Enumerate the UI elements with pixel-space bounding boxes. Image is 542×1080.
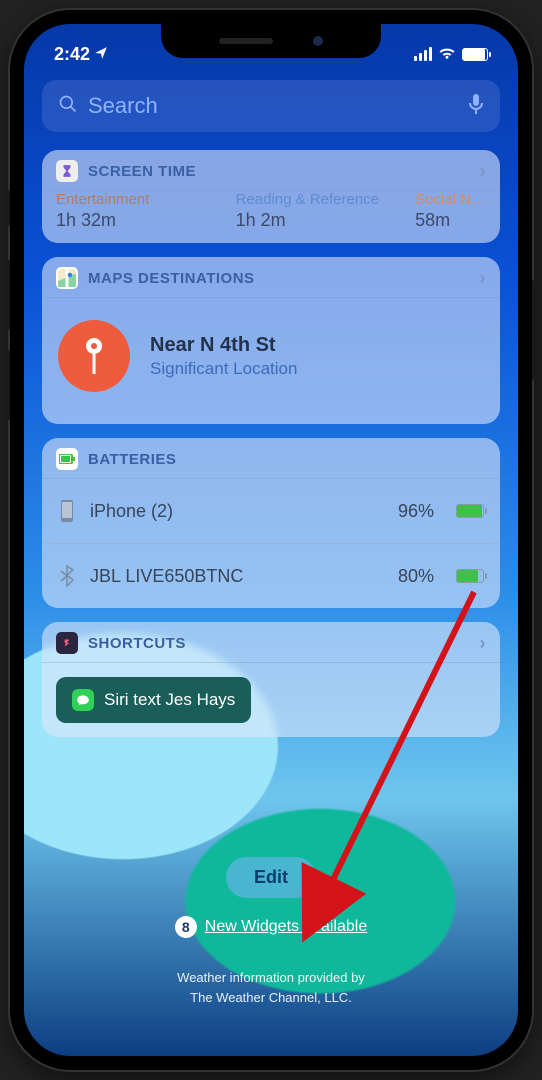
screen-time-category: Reading & Reference bbox=[236, 191, 386, 208]
battery-row: iPhone (2) 96% bbox=[42, 479, 500, 543]
battery-widget-icon bbox=[56, 448, 78, 470]
hourglass-icon bbox=[56, 160, 78, 182]
screen-time-value: 58m bbox=[415, 210, 486, 231]
destination-title: Near N 4th St bbox=[150, 334, 297, 357]
shortcut-button[interactable]: Siri text Jes Hays bbox=[56, 677, 251, 723]
battery-percent: 96% bbox=[398, 501, 434, 522]
wifi-icon bbox=[438, 45, 456, 64]
screen-time-value: 1h 32m bbox=[56, 210, 206, 231]
power-button bbox=[532, 280, 536, 380]
widget-title: MAPS DESTINATIONS bbox=[88, 270, 255, 287]
volume-up-button bbox=[6, 260, 10, 330]
shortcut-label: Siri text Jes Hays bbox=[104, 690, 235, 710]
screen-time-widget[interactable]: SCREEN TIME › Entertainment 1h 32m Readi… bbox=[42, 150, 500, 243]
shortcuts-widget[interactable]: SHORTCUTS › Siri text Jes Hays bbox=[42, 622, 500, 737]
screen-time-category: Entertainment bbox=[56, 191, 206, 208]
new-widgets-label[interactable]: New Widgets Available bbox=[205, 918, 367, 936]
new-widgets-badge: 8 bbox=[175, 916, 197, 938]
destination-subtitle: Significant Location bbox=[150, 359, 297, 379]
phone-frame: 2:42 bbox=[10, 10, 532, 1070]
bluetooth-icon bbox=[58, 562, 76, 590]
weather-credit-line: Weather information provided by bbox=[42, 968, 500, 988]
maps-icon bbox=[56, 267, 78, 289]
maps-header[interactable]: MAPS DESTINATIONS › bbox=[42, 257, 500, 298]
shortcuts-header[interactable]: SHORTCUTS › bbox=[42, 622, 500, 663]
front-camera bbox=[313, 36, 323, 46]
chevron-right-icon: › bbox=[480, 161, 487, 182]
weather-credit-line: The Weather Channel, LLC. bbox=[42, 988, 500, 1008]
cellular-signal-icon bbox=[414, 47, 432, 61]
location-arrow-icon bbox=[94, 44, 108, 65]
widget-title: SCREEN TIME bbox=[88, 163, 196, 180]
battery-level-icon bbox=[456, 504, 484, 518]
device-name: JBL LIVE650BTNC bbox=[90, 566, 384, 587]
edit-button[interactable]: Edit bbox=[226, 857, 316, 898]
maps-destinations-widget[interactable]: MAPS DESTINATIONS › Near N 4th St Signif… bbox=[42, 257, 500, 424]
maps-destination-row[interactable]: Near N 4th St Significant Location bbox=[42, 298, 500, 424]
chevron-right-icon: › bbox=[480, 268, 487, 289]
status-time: 2:42 bbox=[54, 44, 90, 65]
mute-switch bbox=[6, 190, 10, 226]
microphone-icon[interactable] bbox=[468, 93, 484, 120]
search-icon bbox=[58, 94, 78, 119]
screen-time-value: 1h 2m bbox=[236, 210, 386, 231]
new-widgets-link[interactable]: 8 New Widgets Available bbox=[42, 916, 500, 938]
battery-level-icon bbox=[456, 569, 484, 583]
battery-icon bbox=[462, 48, 488, 61]
battery-row: JBL LIVE650BTNC 80% bbox=[42, 543, 500, 608]
speaker-grille bbox=[219, 38, 273, 44]
messages-icon bbox=[72, 689, 94, 711]
shortcuts-app-icon bbox=[56, 632, 78, 654]
batteries-header[interactable]: BATTERIES bbox=[42, 438, 500, 479]
screen-time-category: Social N… bbox=[415, 191, 486, 208]
search-input[interactable] bbox=[88, 93, 458, 119]
map-pin-icon bbox=[58, 320, 130, 392]
device-name: iPhone (2) bbox=[90, 501, 384, 522]
screen: 2:42 bbox=[24, 24, 518, 1056]
notch bbox=[161, 24, 381, 58]
widget-title: SHORTCUTS bbox=[88, 635, 186, 652]
screen-time-header[interactable]: SCREEN TIME › bbox=[42, 150, 500, 191]
chevron-right-icon: › bbox=[480, 633, 487, 654]
batteries-widget: BATTERIES iPhone (2) 96% bbox=[42, 438, 500, 608]
battery-percent: 80% bbox=[398, 566, 434, 587]
widget-title: BATTERIES bbox=[88, 451, 176, 468]
search-bar[interactable] bbox=[42, 80, 500, 132]
iphone-icon bbox=[58, 497, 76, 525]
volume-down-button bbox=[6, 350, 10, 420]
